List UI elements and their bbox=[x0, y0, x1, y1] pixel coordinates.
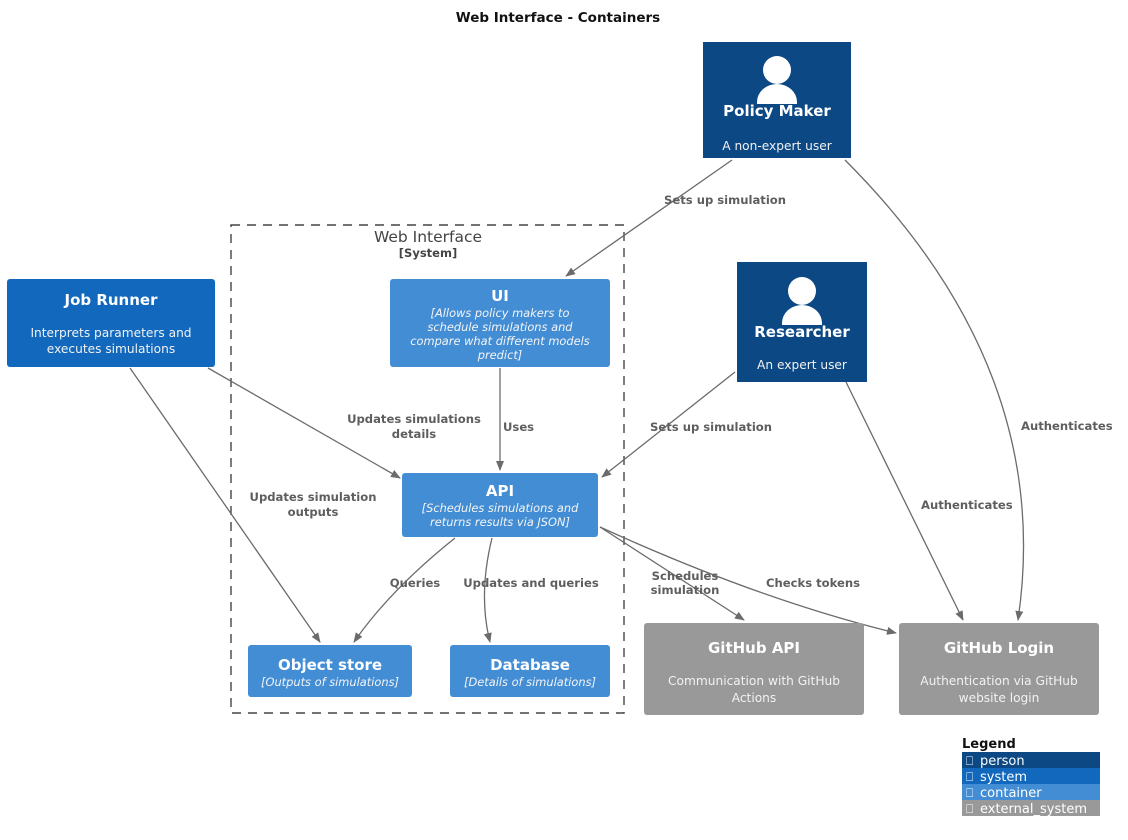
node-researcher-name: Researcher bbox=[754, 323, 850, 341]
edge-label-queries: Queries bbox=[390, 576, 441, 590]
node-database[interactable]: Database [Details of simulations] bbox=[450, 645, 610, 697]
edge-label-authenticates-right: Authenticates bbox=[1021, 419, 1113, 433]
node-object-store[interactable]: Object store [Outputs of simulations] bbox=[248, 645, 412, 697]
diagram-canvas: Web Interface - Containers Web Interface… bbox=[7, 10, 1113, 817]
edge-label-sets-up-simulation-top: Sets up simulation bbox=[664, 193, 786, 207]
node-database-description: [Details of simulations] bbox=[464, 675, 596, 689]
node-github-login-name: GitHub Login bbox=[944, 639, 1054, 657]
node-researcher-description: An expert user bbox=[757, 358, 848, 372]
node-github-api[interactable]: GitHub API Communication with GitHub Act… bbox=[644, 623, 864, 715]
node-ui-description-line3: compare what different models bbox=[410, 334, 590, 348]
edges-layer: Sets up simulation Authenticates Updates… bbox=[129, 159, 1113, 643]
node-github-login-description-line2: website login bbox=[959, 691, 1040, 705]
node-ui-description-line1: [Allows policy makers to bbox=[431, 306, 570, 320]
node-ui-description-line2: schedule simulations and bbox=[427, 320, 573, 334]
legend-item-external-system: ⎕ external_system bbox=[962, 800, 1100, 817]
boundary-subtitle: [System] bbox=[399, 246, 457, 260]
node-policy-maker-description: A non-expert user bbox=[722, 139, 832, 153]
node-job-runner-name: Job Runner bbox=[63, 291, 158, 309]
edge-policy-maker-to-github-login bbox=[844, 159, 1025, 621]
edge-policy-maker-to-ui bbox=[565, 159, 733, 277]
edge-label-uses: Uses bbox=[503, 420, 534, 434]
legend-item-container: ⎕ container bbox=[962, 784, 1100, 801]
page-title: Web Interface - Containers bbox=[456, 10, 660, 26]
node-policy-maker-name: Policy Maker bbox=[723, 102, 831, 120]
legend-item-person: ⎕ person bbox=[962, 752, 1100, 769]
node-github-api-name: GitHub API bbox=[708, 639, 800, 657]
node-job-runner-description-line1: Interprets parameters and bbox=[30, 326, 191, 340]
node-database-name: Database bbox=[490, 656, 570, 674]
edge-label-checks-tokens: Checks tokens bbox=[766, 576, 860, 590]
legend-glyph-external-system: ⎕ bbox=[966, 802, 973, 816]
node-ui[interactable]: UI [Allows policy makers to schedule sim… bbox=[390, 279, 610, 367]
legend-label-container: container bbox=[980, 786, 1042, 801]
legend-label-external-system: external_system bbox=[980, 802, 1087, 817]
node-github-api-description-line1: Communication with GitHub bbox=[668, 674, 840, 688]
node-api-name: API bbox=[486, 482, 514, 500]
legend-label-system: system bbox=[980, 770, 1027, 785]
edge-label-updates-simulation-outputs-line2: outputs bbox=[288, 505, 339, 519]
edge-label-schedules-simulation-line2: simulation bbox=[651, 583, 720, 597]
node-github-login-description-line1: Authentication via GitHub bbox=[920, 674, 1078, 688]
node-api[interactable]: API [Schedules simulations and returns r… bbox=[402, 473, 598, 537]
node-github-login[interactable]: GitHub Login Authentication via GitHub w… bbox=[899, 623, 1099, 715]
node-job-runner[interactable]: Job Runner Interprets parameters and exe… bbox=[7, 279, 215, 367]
node-ui-name: UI bbox=[491, 287, 509, 305]
edge-api-to-database bbox=[483, 537, 493, 643]
edge-api-to-object-store bbox=[353, 537, 456, 643]
edge-label-sets-up-simulation-mid: Sets up simulation bbox=[650, 420, 772, 434]
legend-glyph-system: ⎕ bbox=[966, 770, 973, 784]
edge-label-updates-simulation-outputs-line1: Updates simulation bbox=[250, 490, 377, 504]
legend-label-person: person bbox=[980, 754, 1025, 769]
legend-title: Legend bbox=[962, 737, 1016, 752]
legend: Legend ⎕ person ⎕ system ⎕ container ⎕ e… bbox=[962, 737, 1100, 817]
node-researcher[interactable]: Researcher An expert user bbox=[737, 262, 867, 382]
node-job-runner-description-line2: executes simulations bbox=[47, 342, 175, 356]
edge-label-schedules-simulation-line1: Schedules bbox=[652, 569, 719, 583]
legend-glyph-container: ⎕ bbox=[966, 786, 973, 800]
edge-label-updates-simulations-details-line1: Updates simulations bbox=[347, 412, 481, 426]
legend-item-system: ⎕ system bbox=[962, 768, 1100, 785]
node-github-api-description-line2: Actions bbox=[732, 691, 777, 705]
node-api-description-line1: [Schedules simulations and bbox=[422, 501, 579, 515]
node-api-description-line2: returns results via JSON] bbox=[430, 515, 570, 529]
legend-glyph-person: ⎕ bbox=[966, 754, 973, 768]
edge-label-updates-simulations-details-line2: details bbox=[392, 427, 436, 441]
node-ui-description-line4: predict] bbox=[477, 348, 523, 362]
edge-label-authenticates-mid: Authenticates bbox=[921, 498, 1013, 512]
edge-label-updates-and-queries: Updates and queries bbox=[463, 576, 599, 590]
node-object-store-description: [Outputs of simulations] bbox=[261, 675, 399, 689]
boundary-title: Web Interface bbox=[374, 228, 482, 246]
c4-container-diagram: Web Interface - Containers Web Interface… bbox=[0, 0, 1128, 840]
node-policy-maker[interactable]: Policy Maker A non-expert user bbox=[703, 42, 851, 158]
node-object-store-name: Object store bbox=[278, 656, 382, 674]
